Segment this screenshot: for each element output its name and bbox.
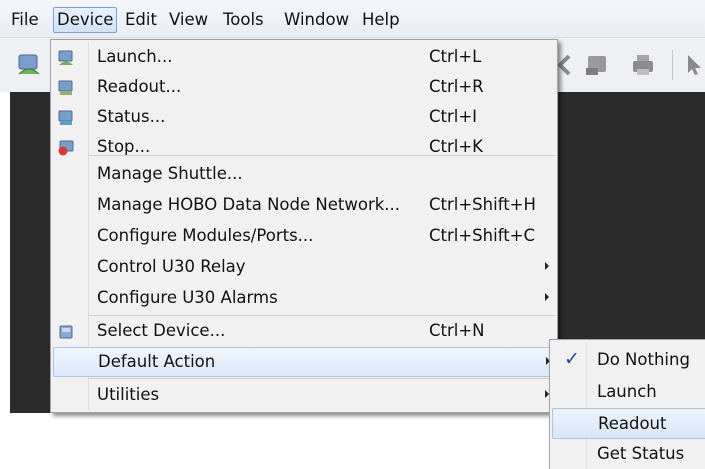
menu-item-manage-shuttle[interactable]: Manage Shuttle... — [53, 160, 555, 190]
menubar: File Device Edit View Tools Window Help — [0, 0, 705, 38]
menu-item-shortcut: Ctrl+R — [429, 77, 484, 96]
device-menu: Launch... Ctrl+L Readout... Ctrl+R Statu… — [50, 39, 558, 413]
menu-item-stop[interactable]: Stop... Ctrl+K — [53, 133, 555, 163]
submenu-item-label: Readout — [598, 414, 667, 433]
submenu-arrow-icon — [545, 293, 549, 301]
menu-item-label: Default Action — [98, 352, 216, 371]
menu-item-label: Configure Modules/Ports... — [97, 226, 314, 245]
submenu-item-label: Do Nothing — [597, 350, 690, 369]
status-icon — [58, 110, 73, 125]
menu-tools[interactable]: Tools — [220, 7, 267, 33]
menu-item-label: Readout... — [97, 77, 182, 96]
menu-item-manage-hobo-network[interactable]: Manage HOBO Data Node Network... Ctrl+Sh… — [53, 191, 555, 221]
menu-view[interactable]: View — [166, 7, 211, 33]
menu-item-configure-u30-alarms[interactable]: Configure U30 Alarms — [53, 284, 555, 314]
submenu-arrow-icon — [545, 262, 549, 270]
menu-item-label: Configure U30 Alarms — [97, 288, 278, 307]
checkmark-icon: ✓ — [564, 348, 580, 370]
menu-item-configure-modules[interactable]: Configure Modules/Ports... Ctrl+Shift+C — [53, 222, 555, 252]
stop-icon — [58, 140, 74, 156]
submenu-item-readout[interactable]: Readout — [552, 408, 705, 439]
app-window: File Device Edit View Tools Window Help — [0, 0, 705, 469]
menu-item-label: Stop... — [97, 137, 151, 156]
menu-file[interactable]: File — [8, 7, 42, 33]
menu-item-label: Control U30 Relay — [97, 257, 246, 276]
menu-item-shortcut: Ctrl+K — [429, 137, 484, 156]
pointer-icon[interactable] — [682, 52, 705, 78]
menu-item-readout[interactable]: Readout... Ctrl+R — [53, 73, 555, 103]
print-icon[interactable] — [630, 52, 656, 78]
menu-item-shortcut: Ctrl+Shift+H — [429, 195, 536, 214]
submenu-item-do-nothing[interactable]: ✓ Do Nothing — [552, 345, 705, 376]
submenu-item-label: Launch — [597, 382, 657, 401]
menu-item-shortcut: Ctrl+I — [429, 107, 478, 126]
menu-edit[interactable]: Edit — [122, 7, 160, 33]
menu-item-default-action[interactable]: Default Action — [53, 347, 555, 377]
launch-icon — [58, 50, 73, 65]
menu-item-label: Manage Shuttle... — [97, 164, 243, 183]
default-action-submenu: ✓ Do Nothing Launch Readout Get Status — [549, 339, 705, 469]
menu-item-launch[interactable]: Launch... Ctrl+L — [53, 43, 555, 73]
menu-item-status[interactable]: Status... Ctrl+I — [53, 103, 555, 133]
submenu-item-label: Get Status — [597, 444, 685, 463]
menu-item-label: Utilities — [97, 385, 160, 404]
menu-help[interactable]: Help — [359, 7, 403, 33]
menu-item-control-u30-relay[interactable]: Control U30 Relay — [53, 253, 555, 283]
launch-icon[interactable] — [16, 52, 42, 78]
submenu-item-get-status[interactable]: Get Status — [552, 439, 705, 469]
menu-item-label: Status... — [97, 107, 166, 126]
submenu-item-launch[interactable]: Launch — [552, 377, 705, 408]
readout-icon — [58, 80, 73, 95]
menu-window[interactable]: Window — [281, 7, 352, 33]
menu-item-shortcut: Ctrl+Shift+C — [429, 226, 536, 245]
menu-item-utilities[interactable]: Utilities — [53, 381, 555, 411]
menu-device[interactable]: Device — [53, 7, 118, 33]
menu-item-shortcut: Ctrl+L — [429, 47, 482, 66]
menu-item-label: Launch... — [97, 47, 173, 66]
menu-item-shortcut: Ctrl+N — [429, 321, 485, 340]
menu-item-label: Select Device... — [97, 321, 226, 340]
menu-separator — [89, 315, 555, 316]
menu-separator — [89, 378, 555, 379]
toolbar-separator — [672, 50, 673, 80]
readout-icon[interactable] — [584, 52, 610, 78]
menu-item-label: Manage HOBO Data Node Network... — [97, 195, 401, 214]
menu-item-select-device[interactable]: Select Device... Ctrl+N — [53, 317, 555, 347]
menu-separator — [89, 155, 555, 156]
select-device-icon — [59, 325, 73, 339]
